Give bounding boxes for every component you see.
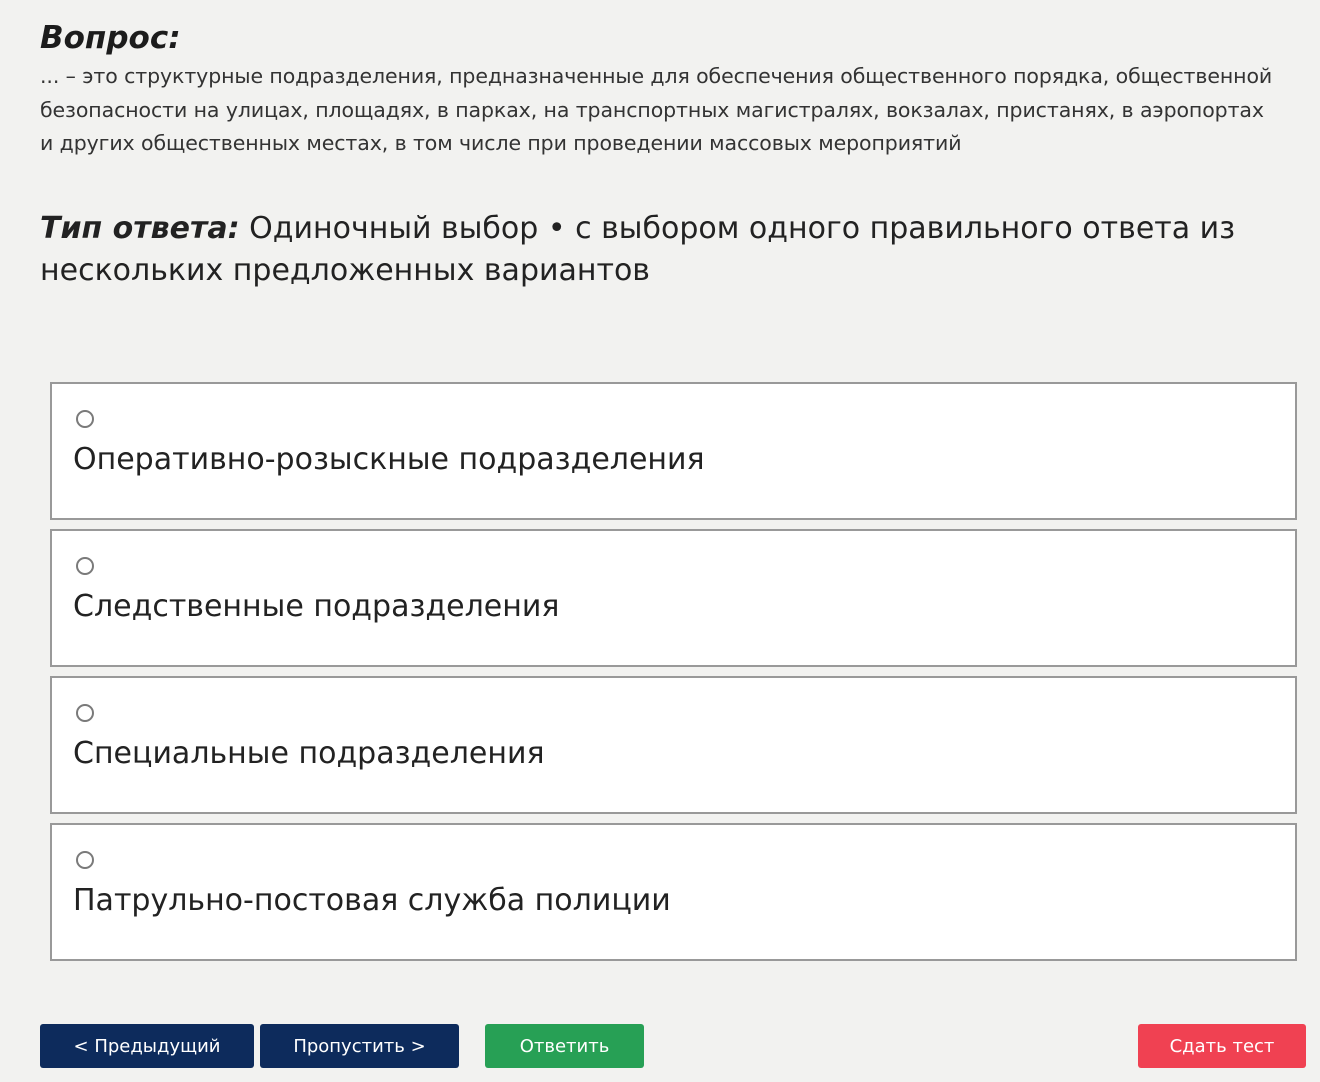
answer-option-label: Оперативно-розыскные подразделения — [73, 442, 705, 477]
skip-button[interactable]: Пропустить > — [260, 1024, 459, 1068]
radio-button[interactable] — [76, 410, 94, 428]
answer-option-label: Патрульно-постовая служба полиции — [73, 883, 671, 918]
finish-test-button[interactable]: Сдать тест — [1138, 1024, 1306, 1068]
radio-button[interactable] — [76, 557, 94, 575]
answer-button[interactable]: Ответить — [485, 1024, 644, 1068]
answer-option-3[interactable]: Специальные подразделения — [50, 676, 1297, 814]
answer-option-1[interactable]: Оперативно-розыскные подразделения — [50, 382, 1297, 520]
radio-button[interactable] — [76, 704, 94, 722]
test-page: Вопрос: ... – это структурные подразделе… — [0, 0, 1320, 1082]
answer-option-4[interactable]: Патрульно-постовая служба полиции — [50, 823, 1297, 961]
answer-type-label: Тип ответа: — [40, 211, 240, 246]
answer-option-2[interactable]: Следственные подразделения — [50, 529, 1297, 667]
previous-button[interactable]: < Предыдущий — [40, 1024, 254, 1068]
answer-options: Оперативно-розыскные подразделения Следс… — [50, 382, 1297, 970]
radio-button[interactable] — [76, 851, 94, 869]
answer-type: Тип ответа: Одиночный выбор • с выбором … — [40, 208, 1280, 292]
answer-option-label: Следственные подразделения — [73, 589, 560, 624]
answer-option-label: Специальные подразделения — [73, 736, 545, 771]
question-heading: Вопрос: — [40, 20, 181, 56]
question-text: ... – это структурные подразделения, пре… — [40, 64, 1273, 155]
